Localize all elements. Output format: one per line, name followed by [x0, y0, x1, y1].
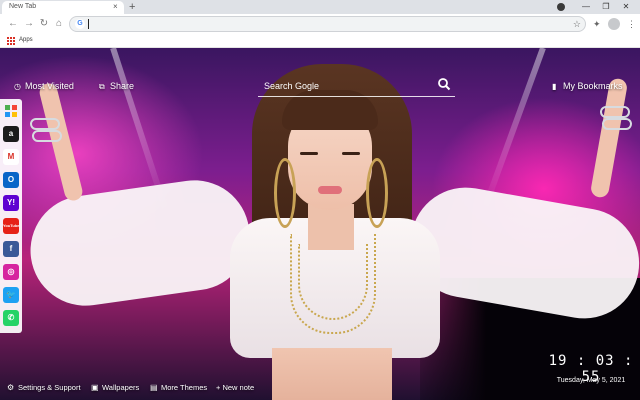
- facebook-icon[interactable]: f: [3, 241, 19, 257]
- bookmark-icon: ▮: [552, 82, 557, 91]
- menu-kebab-icon[interactable]: ⋮: [627, 17, 636, 31]
- reload-icon[interactable]: ↻: [37, 17, 51, 31]
- whatsapp-icon[interactable]: ✆: [3, 310, 19, 326]
- new-tab-button[interactable]: +: [129, 0, 135, 14]
- tab-strip: New Tab × + — ❐ ✕: [0, 0, 640, 14]
- google-icon: G: [75, 19, 85, 29]
- settings-label: Settings & Support: [18, 383, 81, 392]
- search-box: [258, 75, 455, 97]
- address-bar[interactable]: G ☆: [69, 16, 586, 32]
- tab-new-tab[interactable]: New Tab ×: [2, 1, 124, 14]
- instagram-icon[interactable]: ◎: [3, 264, 19, 280]
- new-tab-page: ◷ Most Visited ⧉ Share ▮ My Bookmarks aMO Y!…: [0, 48, 640, 400]
- wallpapers-label: Wallpapers: [102, 383, 140, 392]
- more-themes-link[interactable]: ▤ More Themes: [150, 383, 207, 393]
- twitter-icon[interactable]: 🐦: [3, 287, 19, 303]
- most-visited-link[interactable]: ◷ Most Visited: [14, 81, 74, 92]
- new-note-link[interactable]: + New note: [216, 383, 254, 393]
- wallpapers-link[interactable]: ▣ Wallpapers: [91, 383, 139, 393]
- themes-icon: ▤: [150, 383, 158, 392]
- browser-toolbar: ← → ↻ ⌂ G ☆: [0, 14, 640, 34]
- gear-icon: ⚙: [7, 383, 15, 392]
- bookmarks-bar: Apps: [0, 34, 640, 48]
- media-indicator-icon[interactable]: [557, 3, 565, 11]
- back-icon[interactable]: ←: [6, 17, 20, 31]
- restore-icon[interactable]: ❐: [596, 0, 616, 14]
- bookmark-star-icon[interactable]: ☆: [573, 17, 581, 31]
- search-icon[interactable]: [437, 77, 451, 91]
- tab-close-icon[interactable]: ×: [113, 2, 118, 12]
- text-caret: [88, 19, 89, 29]
- home-icon[interactable]: ⌂: [52, 17, 66, 31]
- settings-support-link[interactable]: ⚙ Settings & Support: [7, 383, 81, 393]
- profile-avatar[interactable]: [608, 18, 620, 30]
- apps-link[interactable]: Apps: [19, 37, 33, 43]
- amazon-icon[interactable]: a: [3, 126, 19, 142]
- tab-title: New Tab: [9, 3, 37, 10]
- share-label: Share: [110, 81, 135, 91]
- share-link[interactable]: ⧉ Share: [99, 81, 134, 92]
- close-window-icon[interactable]: ✕: [616, 0, 636, 14]
- image-icon: ▣: [91, 383, 99, 392]
- my-bookmarks-label: My Bookmarks: [563, 81, 623, 91]
- share-icon: ⧉: [99, 82, 105, 91]
- forward-icon[interactable]: →: [22, 17, 36, 31]
- apps-grid-icon[interactable]: [7, 37, 15, 45]
- minimize-icon[interactable]: —: [576, 0, 596, 14]
- search-input[interactable]: [264, 79, 434, 93]
- social-sidebar: a M O Y! YouTube f ◎ 🐦 ✆: [0, 99, 22, 333]
- gmail-icon[interactable]: M: [3, 149, 19, 165]
- more-themes-label: More Themes: [161, 383, 208, 392]
- extensions-icon[interactable]: ✦: [593, 17, 601, 31]
- yahoo-icon[interactable]: Y!: [3, 195, 19, 211]
- apps-icon[interactable]: [3, 103, 19, 119]
- outlook-icon[interactable]: O: [3, 172, 19, 188]
- youtube-icon[interactable]: YouTube: [3, 218, 19, 234]
- history-icon: ◷: [14, 82, 21, 91]
- my-bookmarks-link[interactable]: ▮ My Bookmarks: [552, 81, 623, 92]
- new-note-label: + New note: [216, 383, 255, 392]
- most-visited-label: Most Visited: [25, 81, 74, 91]
- clock-date: Tuesday, May 5, 2021: [556, 377, 626, 384]
